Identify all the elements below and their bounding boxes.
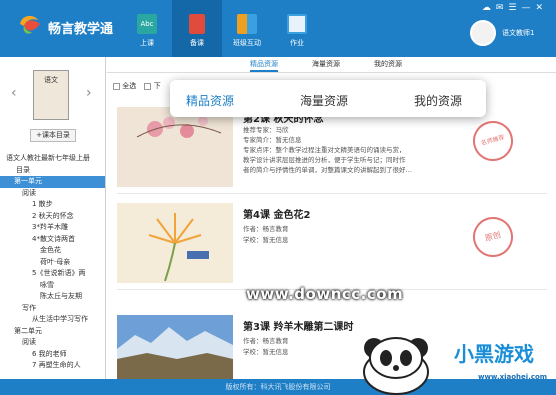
- tree-item[interactable]: 阅读: [0, 188, 105, 200]
- popup-tab-mine[interactable]: 我的资源: [414, 92, 462, 109]
- resource-meta: 者的简介与抒情性的单调，对整篇课文的讲解起到了很好…: [243, 166, 412, 174]
- resource-thumbnail[interactable]: [117, 107, 233, 187]
- tree-item[interactable]: 4*散文诗两首: [0, 234, 105, 246]
- watermark-brand-url: www.xiaohei.com: [478, 373, 548, 381]
- download-label: 下: [153, 82, 161, 90]
- app-title: 畅言教学通: [48, 22, 114, 37]
- tree-item[interactable]: 荷叶·母亲: [0, 257, 105, 269]
- mail-icon[interactable]: ✉: [496, 3, 509, 13]
- resource-meta: 学校：暂无信息: [243, 236, 289, 244]
- resource-tabs: 精品资源 海量资源 我的资源: [107, 57, 556, 73]
- tab-mine[interactable]: 我的资源: [374, 59, 402, 69]
- original-stamp: 原创: [468, 212, 518, 262]
- sidebar: ‹ 语文 › +课本目录 语文人教社最新七年级上册 目录 第一单元 阅读 1 散…: [0, 57, 106, 379]
- chevron-right-icon[interactable]: ›: [86, 85, 92, 101]
- window-controls[interactable]: ☁✉☰—✕: [482, 3, 548, 13]
- recommended-stamp: 名师推荐: [468, 116, 518, 166]
- select-all-label: 全选: [122, 82, 137, 90]
- tree-item[interactable]: 1 散步: [0, 199, 105, 211]
- nav-label: 上课: [140, 39, 154, 47]
- abc-board-icon: Abc: [137, 14, 157, 34]
- resource-thumbnail[interactable]: [117, 203, 233, 283]
- footer-copyright: 版权所有：科大讯飞股份有限公司: [0, 379, 556, 395]
- logo-icon: [20, 15, 40, 34]
- resource-title[interactable]: 第4课 金色花2: [243, 206, 310, 221]
- menu-icon[interactable]: ☰: [508, 3, 521, 13]
- resource-meta: 作者：畅言教育: [243, 225, 289, 233]
- tree-item[interactable]: 写作: [0, 303, 105, 315]
- download-checkbox[interactable]: [144, 82, 152, 90]
- nav-homework[interactable]: 作业: [272, 0, 322, 57]
- tree-item[interactable]: 陈太丘与友期: [0, 291, 105, 303]
- pencil-note-icon: [287, 14, 307, 34]
- top-bar: 畅言教学通 Abc 上课 备课 班级互动 作业 ☁✉☰—✕ 语文教师1: [0, 0, 556, 57]
- tab-massive[interactable]: 海量资源: [312, 59, 340, 69]
- book-cover[interactable]: 语文: [33, 70, 69, 120]
- tree-item[interactable]: 目录: [0, 165, 105, 177]
- book-icon: [189, 14, 205, 34]
- resource-meta: 教学设计讲求层层推进的分析，便于学生听与记；同时作: [243, 156, 406, 164]
- nav-label: 作业: [290, 39, 304, 47]
- popup-tab-premium[interactable]: 精品资源: [186, 92, 234, 109]
- grid-icon: [237, 14, 257, 34]
- tree-item[interactable]: 金色花: [0, 245, 105, 257]
- minimize-icon[interactable]: —: [521, 3, 535, 13]
- tree-item[interactable]: 阅读: [0, 337, 105, 349]
- tree-item[interactable]: 6 我的老师: [0, 349, 105, 361]
- resource-meta: 专家点评：整个教学过程注重对文精美语句的诵读与赏，: [243, 146, 406, 154]
- tree-item[interactable]: 2 秋天的怀念: [0, 211, 105, 223]
- tree-item[interactable]: 从生活中学习写作: [0, 314, 105, 326]
- resource-card[interactable]: 第4课 金色花2 作者：畅言教育 学校：暂无信息 原创: [117, 203, 547, 290]
- chevron-left-icon[interactable]: ‹: [11, 85, 17, 101]
- user-profile[interactable]: 语文教师1: [470, 20, 550, 50]
- tree-item[interactable]: 5《世说新语》两: [0, 268, 105, 280]
- watermark-site: www.downcc.com: [246, 285, 404, 303]
- tree-item[interactable]: 7 再塑生命的人: [0, 360, 105, 372]
- nav-teach[interactable]: Abc 上课: [122, 0, 172, 57]
- nav-class-interaction[interactable]: 班级互动: [222, 0, 272, 57]
- resource-meta: 推荐专家：马欣: [243, 126, 289, 134]
- cloud-icon[interactable]: ☁: [482, 3, 496, 13]
- resource-title[interactable]: 第3课 羚羊木雕第二课时: [243, 318, 353, 333]
- avatar[interactable]: [470, 20, 496, 46]
- nav-label: 班级互动: [233, 39, 261, 47]
- nav-label: 备课: [190, 39, 204, 47]
- tree-item[interactable]: 语文人教社最新七年级上册: [0, 153, 105, 165]
- tree-item-unit-2[interactable]: 第二单元: [0, 326, 105, 338]
- book-cover-title: 语文: [44, 76, 58, 84]
- close-icon[interactable]: ✕: [535, 3, 548, 13]
- select-all-checkbox[interactable]: [113, 82, 120, 90]
- watermark-brand: 小黑游戏: [454, 342, 534, 366]
- tab-premium[interactable]: 精品资源: [250, 59, 278, 72]
- filter-bar: 全选 下: [113, 81, 161, 91]
- toc-tree: 语文人教社最新七年级上册 目录 第一单元 阅读 1 散步 2 秋天的怀念 3*羚…: [0, 153, 105, 372]
- popup-tab-massive[interactable]: 海量资源: [300, 92, 348, 109]
- resource-meta: 作者：畅言教育: [243, 337, 289, 345]
- app-window: 畅言教学通 Abc 上课 备课 班级互动 作业 ☁✉☰—✕ 语文教师1 ‹ 语文: [0, 0, 556, 395]
- resource-meta: 学校：暂无信息: [243, 348, 289, 356]
- tree-item-unit-1[interactable]: 第一单元: [0, 176, 105, 188]
- user-name: 语文教师1: [502, 29, 535, 37]
- nav-prepare[interactable]: 备课: [172, 0, 222, 57]
- resource-thumbnail[interactable]: [117, 315, 233, 379]
- resource-meta: 专家简介：暂无信息: [243, 136, 302, 144]
- panda-mascot-icon: [363, 337, 429, 395]
- textbook-contents-button[interactable]: +课本目录: [30, 129, 76, 142]
- tree-item[interactable]: 咏雪: [0, 280, 105, 292]
- textbook-contents-label: 课本目录: [41, 131, 70, 139]
- tree-item[interactable]: 3*羚羊木雕: [0, 222, 105, 234]
- resource-tabs-popup: 精品资源 海量资源 我的资源: [170, 80, 486, 117]
- resource-card[interactable]: 第2课 秋天的怀念 推荐专家：马欣 专家简介：暂无信息 专家点评：整个教学过程注…: [117, 107, 547, 194]
